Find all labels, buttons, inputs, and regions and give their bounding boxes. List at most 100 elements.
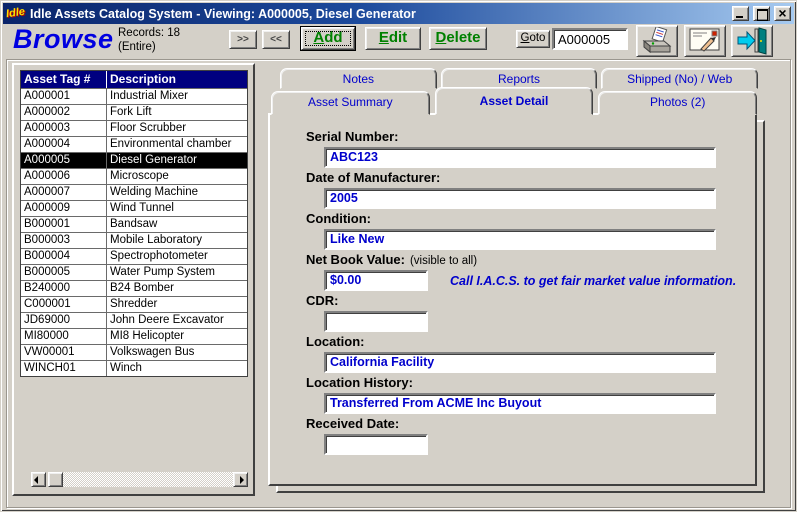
exit-button[interactable] [731, 25, 773, 57]
tabs-row1: Notes Reports Shipped (No) / Web [280, 68, 759, 89]
asset-tag-cell: VW00001 [21, 345, 107, 360]
goto-button[interactable]: Goto [516, 30, 550, 48]
table-row[interactable]: A000005 Diesel Generator [21, 152, 247, 168]
asset-tag-cell: A000006 [21, 169, 107, 184]
field-label: Received Date: [306, 416, 400, 431]
table-row[interactable]: C000001 Shredder [21, 296, 247, 312]
table-row[interactable]: A000006 Microscope [21, 168, 247, 184]
table-row[interactable]: VW00001 Volkswagen Bus [21, 344, 247, 360]
table-row[interactable]: A000002 Fork Lift [21, 104, 247, 120]
delete-button[interactable]: Delete [429, 27, 487, 50]
table-row[interactable]: A000001 Industrial Mixer [21, 88, 247, 104]
asset-tag-cell: B000005 [21, 265, 107, 280]
description-cell: Wind Tunnel [110, 202, 174, 214]
scroll-left-icon[interactable] [31, 472, 46, 487]
description-cell: Shredder [110, 298, 158, 310]
field-input[interactable]: ABC123 [324, 147, 716, 168]
field-label: Date of Manufacturer: [306, 170, 441, 185]
field-input[interactable]: Like New [324, 229, 716, 250]
table-row[interactable]: B000001 Bandsaw [21, 216, 247, 232]
tab-notes[interactable]: Notes [280, 68, 437, 89]
asset-tag-cell: A000003 [21, 121, 107, 136]
description-cell: Welding Machine [110, 186, 199, 198]
column-header-description: Description [110, 72, 177, 86]
window-title: Idle Assets Catalog System - Viewing: A0… [30, 6, 416, 21]
form-row: Condition: Like New [306, 210, 727, 250]
field-label: CDR: [306, 293, 339, 308]
field-label: Condition: [306, 211, 371, 226]
asset-table-body: A000001 Industrial Mixer A000002 Fork Lift A… [21, 88, 247, 376]
minimize-icon[interactable] [732, 6, 749, 21]
asset-table: Asset Tag # Description A000001 Industria… [20, 70, 248, 377]
field-input[interactable] [324, 311, 428, 332]
table-row[interactable]: JD69000 John Deere Excavator [21, 312, 247, 328]
table-row[interactable]: A000007 Welding Machine [21, 184, 247, 200]
tab-photos-2[interactable]: Photos (2) [598, 91, 758, 115]
field-input[interactable]: California Facility [324, 352, 716, 373]
table-row[interactable]: A000003 Floor Scrubber [21, 120, 247, 136]
records-count: Records: 18 (Entire) [118, 26, 180, 54]
close-icon[interactable] [774, 6, 791, 21]
column-header-asset-tag: Asset Tag # [21, 71, 107, 88]
field-input[interactable]: Transferred From ACME Inc Buyout [324, 393, 716, 414]
scroll-right-icon[interactable] [233, 472, 248, 487]
asset-tag-cell: JD69000 [21, 313, 107, 328]
field-label: Net Book Value: (visible to all) [306, 252, 478, 267]
tab-reports[interactable]: Reports [440, 68, 598, 89]
records-line1: Records: 18 [118, 27, 181, 39]
form-row: Location History: Transferred From ACME I… [306, 374, 727, 414]
table-row[interactable]: B000005 Water Pump System [21, 264, 247, 280]
prev-record-button[interactable]: << [262, 30, 290, 49]
printer-icon [642, 27, 672, 54]
field-input[interactable] [324, 434, 428, 455]
mail-report-button[interactable] [684, 25, 726, 57]
form-row: Net Book Value: (visible to all) $0.00 Call… [306, 251, 736, 291]
application-window: Idle Idle Assets Catalog System - Viewin… [0, 0, 797, 512]
asset-tag-cell: A000001 [21, 89, 107, 104]
table-row[interactable]: B000004 Spectrophotometer [21, 248, 247, 264]
tab-asset-detail[interactable]: Asset Detail [434, 87, 594, 115]
asset-tag-cell: B000001 [21, 217, 107, 232]
description-cell: Water Pump System [110, 266, 216, 278]
edit-button[interactable]: Edit [365, 27, 421, 50]
asset-tag-cell: WINCH01 [21, 361, 107, 376]
table-row[interactable]: WINCH01 Winch [21, 360, 247, 376]
description-cell: Bandsaw [110, 218, 158, 230]
field-hint: (visible to all) [409, 255, 478, 267]
add-button[interactable]: Add [301, 27, 355, 50]
table-row[interactable]: MI80000 MI8 Helicopter [21, 328, 247, 344]
title-bar[interactable]: Idle Idle Assets Catalog System - Viewin… [3, 3, 794, 24]
tab-asset-summary[interactable]: Asset Summary [271, 91, 430, 115]
asset-detail-page: Serial Number: ABC123 Date of Manufacturer… [268, 113, 757, 486]
maximize-icon[interactable] [753, 6, 770, 21]
description-cell: Floor Scrubber [110, 122, 187, 134]
asset-tag-cell: A000002 [21, 105, 107, 120]
table-row[interactable]: B000003 Mobile Laboratory [21, 232, 247, 248]
asset-tag-cell: B240000 [21, 281, 107, 296]
scrollbar-track[interactable] [63, 472, 233, 487]
table-row[interactable]: B240000 B24 Bomber [21, 280, 247, 296]
description-cell: John Deere Excavator [110, 314, 224, 326]
asset-tag-cell: A000005 [21, 153, 107, 168]
table-row[interactable]: A000009 Wind Tunnel [21, 200, 247, 216]
description-cell: Microscope [110, 170, 169, 182]
field-input[interactable]: $0.00 [324, 270, 428, 291]
tab-shipped-no-web[interactable]: Shipped (No) / Web [601, 68, 759, 89]
horizontal-scrollbar[interactable] [31, 472, 248, 487]
form-row: Received Date: [306, 415, 727, 455]
table-row[interactable]: A000004 Environmental chamber [21, 136, 247, 152]
print-button[interactable] [636, 25, 678, 57]
form-row: Serial Number: ABC123 [306, 128, 727, 168]
description-cell: Diesel Generator [110, 154, 197, 166]
field-note: Call I.A.C.S. to get fair market value i… [450, 274, 737, 288]
description-cell: Fork Lift [110, 106, 152, 118]
field-input[interactable]: 2005 [324, 188, 716, 209]
goto-input[interactable] [552, 28, 628, 50]
description-cell: B24 Bomber [110, 282, 174, 294]
scrollbar-thumb[interactable] [48, 472, 63, 487]
exit-icon [737, 27, 767, 55]
next-record-button[interactable]: >> [229, 30, 257, 49]
description-cell: Winch [110, 362, 142, 374]
form-fields: Serial Number: ABC123 Date of Manufacturer… [270, 115, 755, 484]
asset-tag-cell: B000003 [21, 233, 107, 248]
